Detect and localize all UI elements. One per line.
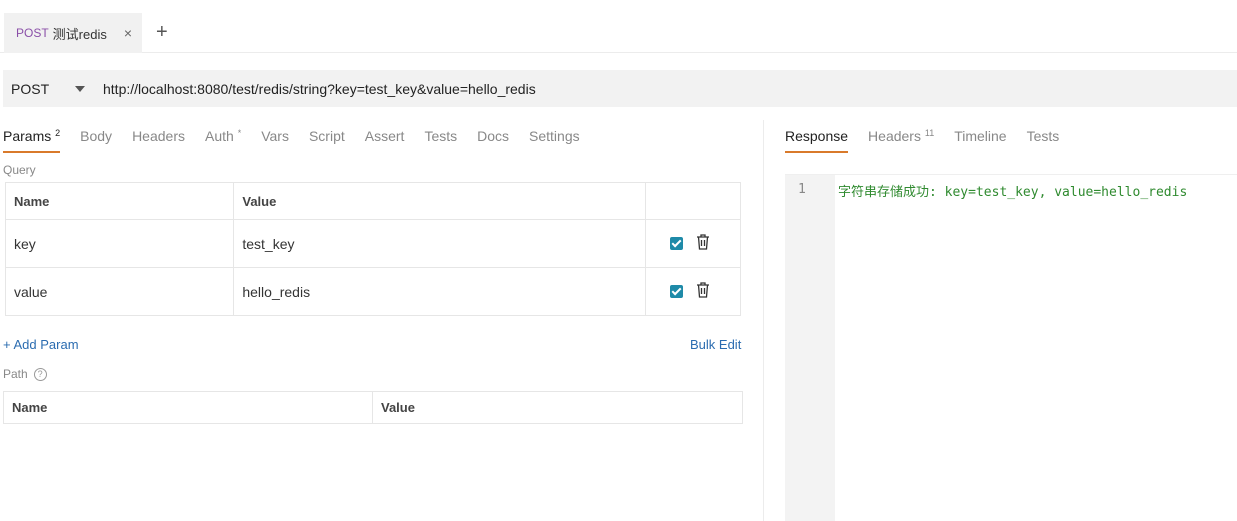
- param-name-input[interactable]: key: [6, 220, 233, 267]
- param-actions: [645, 268, 740, 315]
- tab-script[interactable]: Script: [309, 125, 345, 153]
- help-icon[interactable]: ?: [33, 367, 47, 381]
- url-bar: POST http://localhost:8080/test/redis/st…: [3, 70, 1237, 107]
- tab-timeline[interactable]: Timeline: [954, 125, 1006, 153]
- param-enabled-checkbox[interactable]: [670, 237, 684, 250]
- tab-response[interactable]: Response: [785, 125, 849, 153]
- auth-badge: *: [237, 128, 242, 138]
- url-input[interactable]: http://localhost:8080/test/redis/string?…: [103, 81, 536, 97]
- tab-tests[interactable]: Tests: [424, 125, 457, 153]
- tab-name: 测试redis: [52, 26, 107, 42]
- column-header-value: Value: [381, 400, 415, 415]
- bulk-edit-button[interactable]: Bulk Edit: [690, 337, 741, 352]
- tab-method: POST: [16, 26, 49, 40]
- request-tabs: Params 2 Body Headers Auth * Vars Script…: [3, 125, 600, 155]
- headers-count-badge: 11: [924, 128, 935, 138]
- table-row: key test_key: [6, 219, 740, 267]
- tab-auth[interactable]: Auth *: [205, 125, 241, 153]
- param-name-input[interactable]: value: [6, 268, 233, 315]
- chevron-down-icon[interactable]: [75, 85, 85, 92]
- tab-headers[interactable]: Headers: [132, 125, 185, 153]
- response-tabs: Response Headers 11 Timeline Tests: [785, 125, 1079, 155]
- params-count-badge: 2: [55, 128, 61, 138]
- column-header-name: Name: [14, 193, 50, 209]
- param-value-input[interactable]: hello_redis: [233, 268, 645, 315]
- request-tab-bar: POST 测试redis × +: [0, 13, 1237, 53]
- new-tab-button[interactable]: +: [156, 21, 168, 43]
- line-number: 1: [798, 182, 806, 197]
- table-header-row: Name Value: [6, 183, 740, 219]
- pane-divider[interactable]: [763, 120, 764, 521]
- param-actions: [645, 220, 740, 267]
- column-header-value: Value: [233, 183, 645, 219]
- response-separator: [785, 174, 1237, 175]
- trash-icon[interactable]: [695, 233, 711, 251]
- param-enabled-checkbox[interactable]: [670, 285, 684, 298]
- query-params-table: Name Value key test_key value hello_redi…: [5, 182, 741, 316]
- add-param-button[interactable]: + Add Param: [3, 337, 79, 352]
- table-row: value hello_redis: [6, 267, 740, 315]
- column-header-name: Name: [4, 392, 373, 423]
- tab-response-headers[interactable]: Headers 11: [868, 125, 934, 153]
- tab-assert[interactable]: Assert: [365, 125, 405, 153]
- tab-docs[interactable]: Docs: [477, 125, 509, 153]
- close-icon[interactable]: ×: [124, 26, 132, 40]
- line-number-gutter: [785, 175, 835, 521]
- param-value-input[interactable]: test_key: [233, 220, 645, 267]
- tab-body[interactable]: Body: [80, 125, 112, 153]
- path-label: Path ?: [3, 367, 47, 381]
- request-tab[interactable]: POST 测试redis ×: [4, 13, 142, 53]
- query-label: Query: [3, 163, 36, 177]
- path-params-table: Name Value: [3, 391, 743, 424]
- tab-params[interactable]: Params 2: [3, 125, 61, 153]
- column-header-actions: [645, 183, 740, 219]
- trash-icon[interactable]: [695, 281, 711, 299]
- method-select[interactable]: POST: [3, 81, 63, 97]
- tab-vars[interactable]: Vars: [261, 125, 289, 153]
- top-clipped-fragment: [0, 0, 140, 4]
- tab-response-tests[interactable]: Tests: [1027, 125, 1060, 153]
- tab-settings[interactable]: Settings: [529, 125, 580, 153]
- response-body[interactable]: 字符串存储成功: key=test_key, value=hello_redis: [838, 181, 1187, 200]
